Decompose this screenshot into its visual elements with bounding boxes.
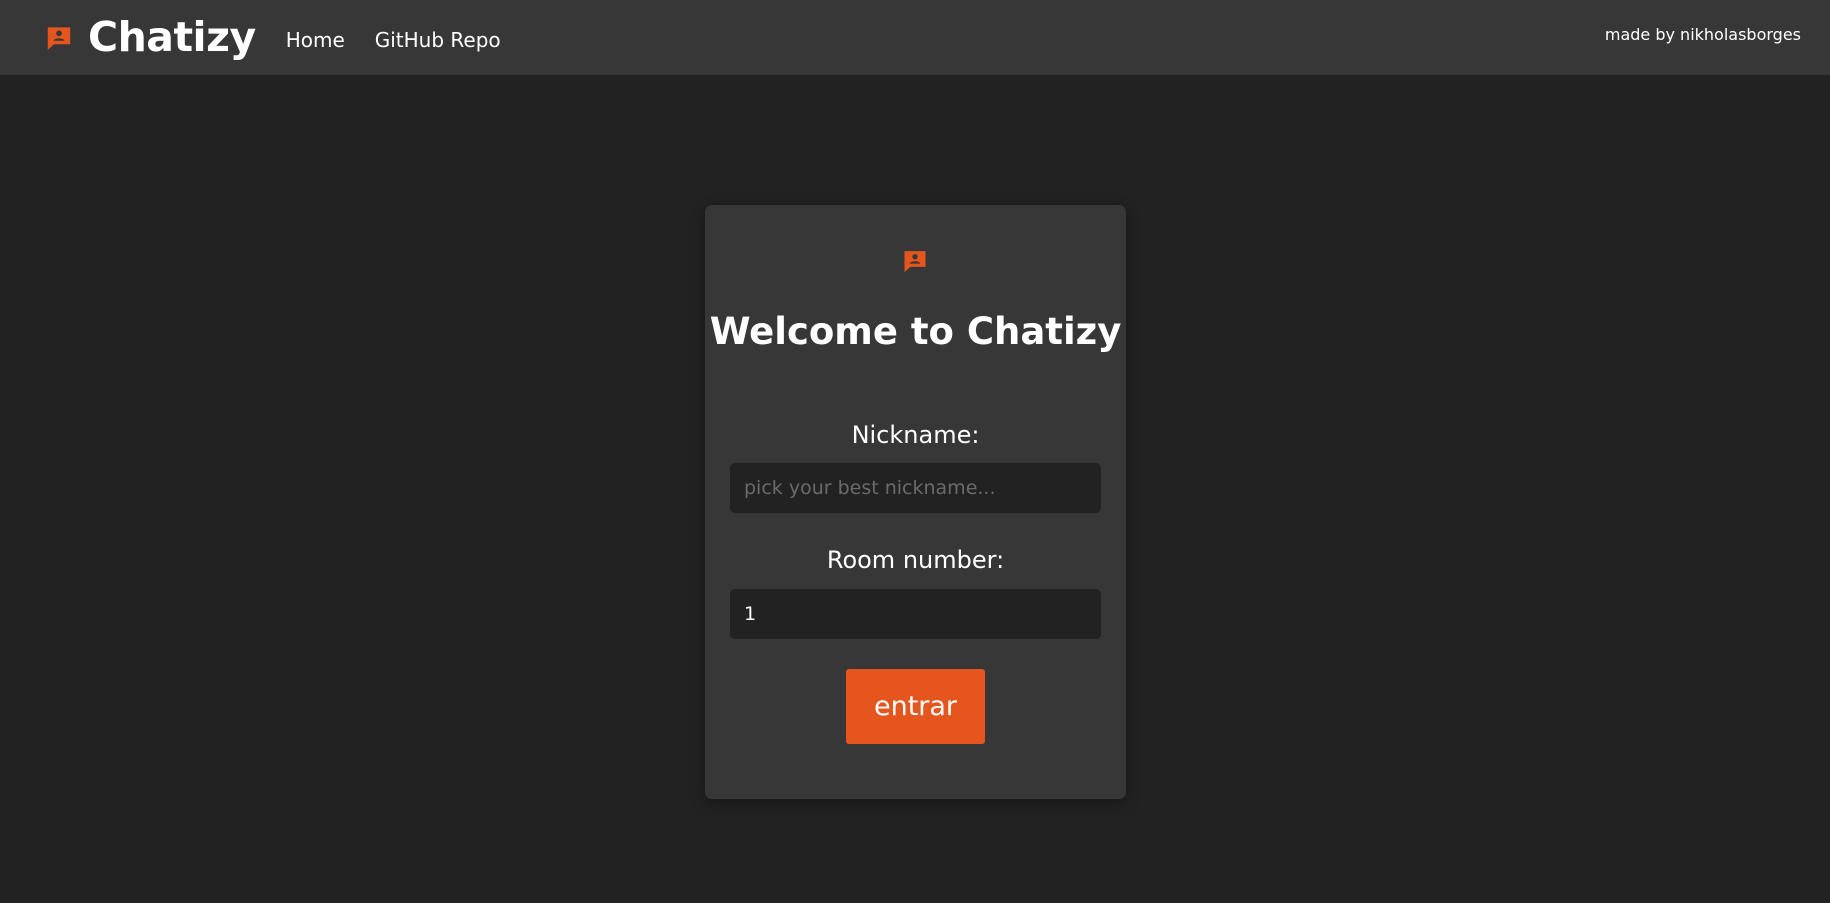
- nav-link-github-repo[interactable]: GitHub Repo: [375, 28, 501, 52]
- nav-links: Home GitHub Repo: [286, 24, 501, 52]
- nickname-label: Nickname:: [851, 421, 980, 449]
- login-card: Welcome to Chatizy Nickname: Room number…: [705, 205, 1126, 799]
- nav-link-home[interactable]: Home: [286, 28, 345, 52]
- author-credit: made by nikholasborges: [1604, 25, 1801, 44]
- chat-person-icon: [47, 26, 71, 50]
- room-number-input[interactable]: [730, 589, 1101, 639]
- enter-button[interactable]: entrar: [846, 669, 985, 744]
- welcome-title: Welcome to Chatizy: [709, 310, 1122, 353]
- chat-person-icon: [904, 251, 926, 273]
- app-title: Chatizy: [88, 13, 256, 61]
- top-navbar: Chatizy Home GitHub Repo made by nikhola…: [0, 0, 1830, 75]
- brand[interactable]: Chatizy: [44, 17, 256, 58]
- room-number-label: Room number:: [826, 546, 1005, 574]
- nickname-input[interactable]: [730, 463, 1101, 513]
